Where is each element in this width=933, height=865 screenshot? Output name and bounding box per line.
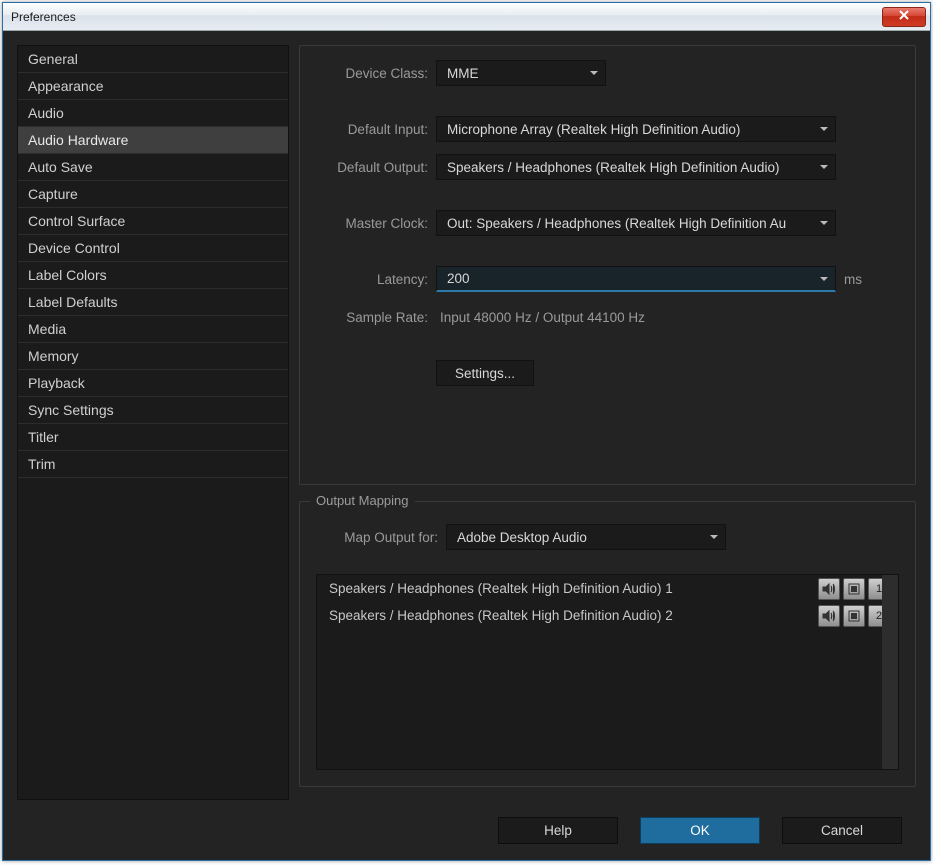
master-clock-value: Out: Speakers / Headphones (Realtek High… (447, 216, 786, 231)
default-input-label: Default Input: (316, 122, 436, 137)
sidebar-item-audio[interactable]: Audio (18, 100, 288, 127)
output-row[interactable]: Speakers / Headphones (Realtek High Defi… (317, 602, 898, 629)
chevron-down-icon (819, 218, 829, 228)
sidebar-item-label: Memory (28, 348, 79, 364)
sidebar-item-general[interactable]: General (18, 46, 288, 73)
default-output-dropdown[interactable]: Speakers / Headphones (Realtek High Defi… (436, 154, 836, 180)
sidebar-item-label: Label Colors (28, 267, 107, 283)
preferences-dialog: Preferences General Appearance Audio Audio … (2, 2, 931, 861)
speaker-icon[interactable] (818, 605, 840, 627)
sidebar-item-control-surface[interactable]: Control Surface (18, 208, 288, 235)
chevron-down-icon (819, 274, 829, 284)
latency-value: 200 (447, 271, 470, 286)
latency-label: Latency: (316, 272, 436, 287)
main-panel: Device Class: MME Default Input: Microph… (299, 45, 916, 800)
sidebar-item-media[interactable]: Media (18, 316, 288, 343)
speaker-icon[interactable] (818, 578, 840, 600)
sidebar-item-label: Playback (28, 375, 85, 391)
latency-combobox[interactable]: 200 (436, 266, 836, 292)
sidebar-item-label: Control Surface (28, 213, 125, 229)
category-sidebar: General Appearance Audio Audio Hardware Auto… (17, 45, 289, 800)
sidebar-item-playback[interactable]: Playback (18, 370, 288, 397)
window-close-button[interactable] (882, 7, 926, 27)
dialog-footer: Help OK Cancel (3, 800, 930, 860)
chevron-down-icon (709, 532, 719, 542)
sidebar-item-audio-hardware[interactable]: Audio Hardware (18, 127, 288, 154)
chevron-down-icon (819, 124, 829, 134)
map-output-for-label: Map Output for: (316, 530, 446, 545)
map-output-for-value: Adobe Desktop Audio (457, 530, 587, 545)
sidebar-item-label: Label Defaults (28, 294, 118, 310)
sample-rate-value: Input 48000 Hz / Output 44100 Hz (436, 310, 645, 325)
default-output-label: Default Output: (316, 160, 436, 175)
device-class-dropdown[interactable]: MME (436, 60, 606, 86)
output-mapping-legend: Output Mapping (310, 493, 415, 508)
cancel-button-label: Cancel (821, 823, 863, 838)
sidebar-item-trim[interactable]: Trim (18, 451, 288, 478)
mapping-icon[interactable] (843, 605, 865, 627)
default-output-value: Speakers / Headphones (Realtek High Defi… (447, 160, 779, 175)
cancel-button[interactable]: Cancel (782, 817, 902, 844)
master-clock-dropdown[interactable]: Out: Speakers / Headphones (Realtek High… (436, 210, 836, 236)
sidebar-item-label: Auto Save (28, 159, 93, 175)
sidebar-item-memory[interactable]: Memory (18, 343, 288, 370)
output-row-label: Speakers / Headphones (Realtek High Defi… (329, 608, 673, 623)
mapping-icon[interactable] (843, 578, 865, 600)
help-button[interactable]: Help (498, 817, 618, 844)
help-button-label: Help (544, 823, 572, 838)
output-mapping-list: Speakers / Headphones (Realtek High Defi… (316, 574, 899, 770)
latency-unit: ms (844, 272, 862, 287)
sidebar-item-label: Device Control (28, 240, 120, 256)
sample-rate-label: Sample Rate: (316, 310, 436, 325)
sidebar-item-label: Media (28, 321, 66, 337)
sidebar-item-label-colors[interactable]: Label Colors (18, 262, 288, 289)
sidebar-item-label: Titler (28, 429, 59, 445)
sidebar-item-label: Audio Hardware (28, 132, 128, 148)
sidebar-item-label-defaults[interactable]: Label Defaults (18, 289, 288, 316)
window-title: Preferences (11, 10, 76, 24)
default-input-dropdown[interactable]: Microphone Array (Realtek High Definitio… (436, 116, 836, 142)
sidebar-item-label: Sync Settings (28, 402, 114, 418)
close-icon (898, 9, 910, 24)
dialog-body: General Appearance Audio Audio Hardware Auto… (3, 31, 930, 800)
audio-hardware-group: Device Class: MME Default Input: Microph… (299, 45, 916, 485)
titlebar: Preferences (3, 3, 930, 31)
sidebar-item-label: Appearance (28, 78, 104, 94)
sidebar-item-label: General (28, 51, 78, 67)
device-class-label: Device Class: (316, 66, 436, 81)
map-output-for-dropdown[interactable]: Adobe Desktop Audio (446, 524, 726, 550)
sidebar-item-titler[interactable]: Titler (18, 424, 288, 451)
settings-button[interactable]: Settings... (436, 360, 534, 386)
ok-button-label: OK (690, 823, 710, 838)
device-class-value: MME (447, 66, 479, 81)
chevron-down-icon (589, 68, 599, 78)
chevron-down-icon (819, 162, 829, 172)
sidebar-item-capture[interactable]: Capture (18, 181, 288, 208)
ok-button[interactable]: OK (640, 817, 760, 844)
default-input-value: Microphone Array (Realtek High Definitio… (447, 122, 740, 137)
output-row[interactable]: Speakers / Headphones (Realtek High Defi… (317, 575, 898, 602)
scrollbar[interactable] (882, 575, 898, 769)
output-row-label: Speakers / Headphones (Realtek High Defi… (329, 581, 673, 596)
sidebar-item-auto-save[interactable]: Auto Save (18, 154, 288, 181)
sidebar-item-appearance[interactable]: Appearance (18, 73, 288, 100)
sidebar-item-label: Capture (28, 186, 78, 202)
sidebar-item-label: Trim (28, 456, 55, 472)
sidebar-item-sync-settings[interactable]: Sync Settings (18, 397, 288, 424)
sidebar-item-device-control[interactable]: Device Control (18, 235, 288, 262)
sidebar-item-label: Audio (28, 105, 64, 121)
output-mapping-group: Output Mapping Map Output for: Adobe Des… (299, 501, 916, 787)
master-clock-label: Master Clock: (316, 216, 436, 231)
settings-button-label: Settings... (455, 366, 515, 381)
